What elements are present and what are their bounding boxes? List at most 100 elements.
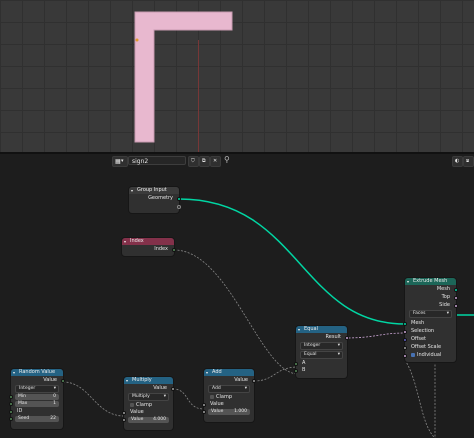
clamp-checkbox[interactable]: [130, 402, 134, 407]
mesh-out-socket[interactable]: [454, 287, 458, 292]
value-socket[interactable]: [171, 386, 175, 391]
dropdown-value: Faces: [413, 311, 426, 316]
id-socket[interactable]: [9, 409, 13, 414]
operation-dropdown[interactable]: Add ▾: [208, 385, 250, 393]
node-header[interactable]: ▾ Group Input: [129, 187, 179, 194]
add-node[interactable]: ▾ Add Value Add ▾ Clamp Value Value 1.000: [202, 369, 256, 422]
individual-socket[interactable]: [403, 353, 407, 358]
clamp-row[interactable]: Clamp: [124, 402, 173, 409]
index-node[interactable]: ▾ Index Index: [122, 238, 176, 256]
data-type-dropdown[interactable]: Integer ▾: [300, 342, 343, 350]
collapse-icon[interactable]: ▾: [131, 187, 133, 194]
mode-dropdown[interactable]: Faces ▾: [409, 310, 452, 318]
field-value: 1: [53, 401, 56, 406]
b-socket[interactable]: [294, 368, 298, 373]
socket-row: A: [294, 360, 347, 367]
selection-socket[interactable]: [403, 329, 407, 334]
add-to-equal-link: [253, 366, 299, 382]
random-value-node[interactable]: ▾ Random Value Value Integer ▾ Min 0 Max 1 I…: [9, 369, 65, 429]
collapse-icon[interactable]: ▾: [126, 377, 128, 384]
overlay-button[interactable]: ◐: [452, 156, 463, 167]
snap-button[interactable]: ⧈: [463, 156, 474, 167]
3d-viewport[interactable]: [0, 0, 474, 152]
node-title: Index: [130, 238, 144, 244]
value-socket[interactable]: [252, 378, 256, 383]
pin-icon[interactable]: ⚲: [224, 155, 230, 165]
empty-socket[interactable]: [177, 204, 181, 209]
operation-dropdown[interactable]: Multiply ▾: [128, 393, 169, 401]
individual-checkbox[interactable]: [411, 352, 415, 357]
field-label: Max: [18, 401, 28, 406]
mesh-preview[interactable]: [0, 0, 474, 152]
node-header[interactable]: ▾ Add: [204, 369, 254, 376]
offset-socket[interactable]: [403, 337, 407, 342]
index-socket[interactable]: [172, 247, 176, 252]
value-in-label: Value: [210, 401, 224, 407]
unlink-tree-button[interactable]: ✕: [210, 156, 221, 167]
geometry-link: [178, 198, 406, 325]
seed-socket[interactable]: [9, 417, 13, 421]
field-value: 1.000: [234, 409, 247, 414]
value-field-socket[interactable]: [122, 418, 126, 422]
geometry-socket[interactable]: [177, 196, 181, 201]
equal-node[interactable]: ▾ Equal Result Integer ▾ Equal ▾ A B: [294, 326, 349, 378]
node-header[interactable]: ▾ Random Value: [11, 369, 63, 376]
multiply-node[interactable]: ▾ Multiply Value Multiply ▾ Clamp Value Va…: [122, 377, 175, 430]
clamp-checkbox[interactable]: [210, 394, 214, 399]
value-label: Value: [43, 377, 57, 383]
value-label: Value: [234, 377, 248, 383]
socket-row: [129, 202, 181, 210]
min-socket[interactable]: [9, 395, 13, 399]
max-socket[interactable]: [9, 402, 13, 406]
top-socket[interactable]: [454, 295, 458, 300]
socket-row: Mesh: [405, 285, 458, 293]
value-field[interactable]: Value 4.000: [122, 417, 169, 423]
value-field-socket[interactable]: [202, 410, 206, 414]
node-header[interactable]: ▾ Extrude Mesh: [405, 278, 456, 285]
node-header[interactable]: ▾ Index: [122, 238, 174, 245]
socket-row: Value: [11, 376, 65, 384]
mesh-in-socket[interactable]: [403, 321, 407, 326]
value-in-socket[interactable]: [202, 402, 206, 407]
offset-scale-label: Offset Scale: [411, 344, 442, 350]
node-tree-browse-button[interactable]: ▦ ▾: [112, 156, 128, 167]
max-field[interactable]: Max 1: [9, 401, 59, 407]
fake-user-button[interactable]: ⛉: [188, 156, 199, 167]
mode-dropdown[interactable]: Equal ▾: [300, 351, 343, 359]
node-tree-name-field[interactable]: sign2: [128, 156, 186, 165]
value-socket[interactable]: [61, 378, 65, 383]
l-shaped-mesh[interactable]: [134, 11, 233, 143]
clamp-row[interactable]: Clamp: [204, 394, 254, 401]
collapse-icon[interactable]: ▾: [206, 369, 208, 376]
extrude-mesh-node[interactable]: ▾ Extrude Mesh Mesh Top Side Faces ▾ Mesh …: [403, 278, 458, 362]
duplicate-tree-button[interactable]: ⧉: [199, 156, 210, 167]
data-type-dropdown[interactable]: Integer ▾: [15, 385, 59, 393]
dropdown-value: Add: [212, 386, 221, 391]
individual-label: Individual: [417, 352, 442, 358]
value-field[interactable]: Value 1.000: [202, 409, 250, 415]
seed-field[interactable]: Seed 22: [9, 416, 59, 422]
field-label: Value: [211, 409, 224, 414]
node-header[interactable]: ▾ Equal: [296, 326, 347, 333]
a-socket[interactable]: [294, 361, 298, 366]
node-editor[interactable]: ▦ ▾ sign2 ⛉ ⧉ ✕ ⚲ ◐ ⧈ ▾ Group Input Geom…: [0, 154, 474, 438]
group-input-node[interactable]: ▾ Group Input Geometry: [129, 187, 181, 213]
value-in-socket[interactable]: [122, 410, 126, 415]
socket-row: Offset Scale: [403, 343, 456, 351]
individual-row[interactable]: Individual: [403, 351, 456, 359]
node-title: Extrude Mesh: [413, 278, 448, 284]
field-value: 4.000: [153, 417, 166, 422]
overlay-icon: ◐: [455, 158, 460, 164]
side-socket[interactable]: [454, 303, 458, 308]
min-field[interactable]: Min 0: [9, 394, 59, 400]
collapse-icon[interactable]: ▾: [13, 369, 15, 376]
node-header[interactable]: ▾ Multiply: [124, 377, 173, 384]
random-to-multiply-link: [62, 381, 125, 417]
collapse-icon[interactable]: ▾: [298, 326, 300, 333]
collapse-icon[interactable]: ▾: [124, 238, 126, 245]
result-socket[interactable]: [345, 335, 349, 340]
duplicate-icon: ⧉: [202, 158, 206, 164]
chevron-down-icon: ▾: [244, 386, 247, 391]
offset-scale-socket[interactable]: [403, 345, 407, 350]
collapse-icon[interactable]: ▾: [407, 278, 409, 285]
